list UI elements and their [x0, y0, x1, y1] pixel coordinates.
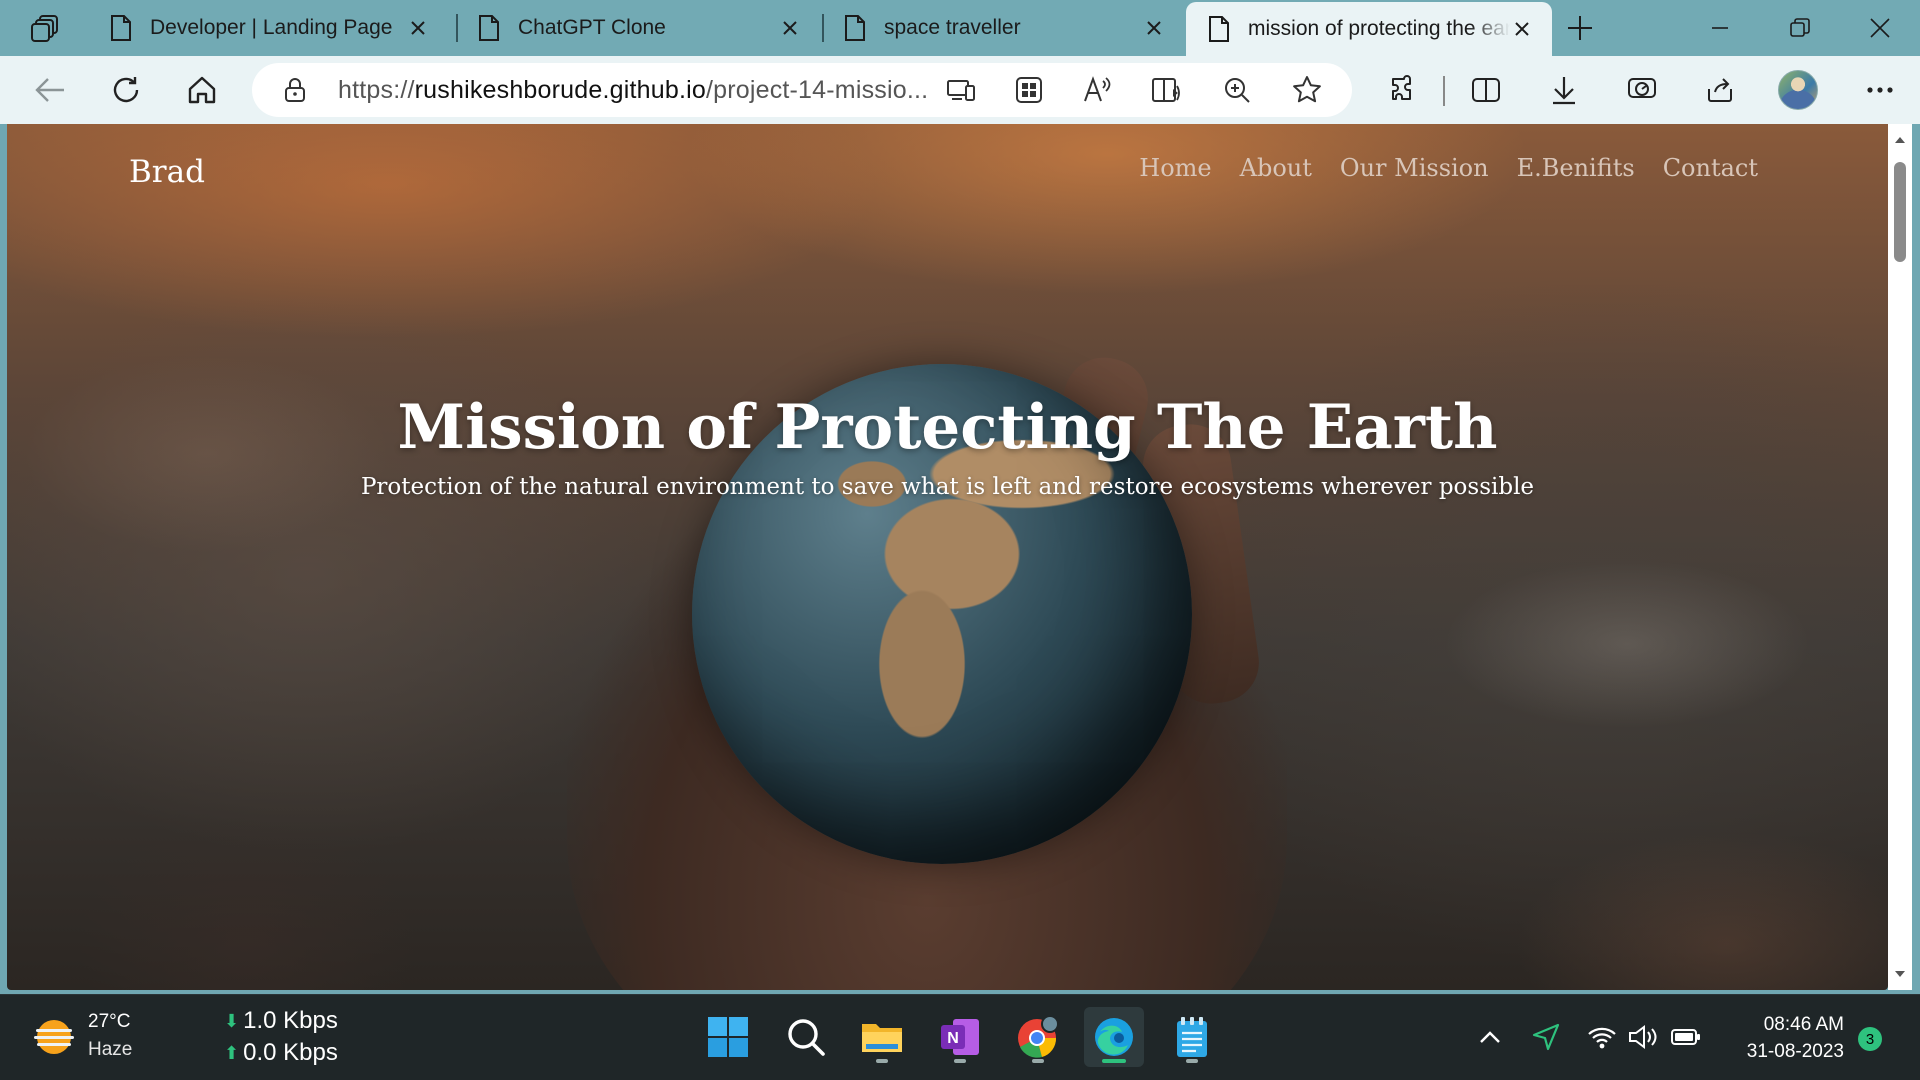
minimize-icon[interactable]	[1696, 10, 1744, 46]
file-explorer-icon	[862, 1024, 902, 1052]
nav-home[interactable]: Home	[1139, 154, 1211, 182]
notification-badge[interactable]: 3	[1858, 1027, 1882, 1051]
chrome-icon	[1018, 1015, 1059, 1058]
close-tab-icon[interactable]	[778, 16, 802, 40]
clock-date: 31-08-2023	[1746, 1041, 1844, 1062]
immersive-reader-icon[interactable]	[1148, 71, 1186, 109]
performance-icon[interactable]	[1622, 70, 1662, 110]
close-tab-icon[interactable]	[1142, 16, 1166, 40]
tab-chatgpt-clone[interactable]: ChatGPT Clone	[456, 0, 820, 56]
nav-about[interactable]: About	[1240, 154, 1312, 182]
location-icon[interactable]	[1530, 1021, 1562, 1053]
net-upload: ⬆ 0.0 Kbps	[224, 1039, 338, 1067]
tab-label: Developer | Landing Page	[150, 16, 393, 39]
refresh-icon[interactable]	[106, 70, 146, 110]
browser-toolbar: https://rushikeshborude.github.io/projec…	[0, 56, 1920, 124]
page-icon	[479, 15, 499, 41]
back-arrow-icon[interactable]	[30, 70, 70, 110]
nav-e-benifits[interactable]: E.Benifits	[1517, 154, 1635, 182]
edge-button[interactable]	[1084, 1007, 1144, 1067]
volume-icon[interactable]	[1628, 1021, 1660, 1053]
url-text[interactable]: https://rushikeshborude.github.io/projec…	[338, 76, 928, 105]
running-indicator	[876, 1059, 888, 1063]
show-hidden-icons-icon[interactable]	[1474, 1021, 1506, 1053]
tab-label: space traveller	[884, 16, 1021, 39]
running-indicator	[1102, 1059, 1126, 1063]
profile-avatar[interactable]	[1778, 70, 1818, 110]
restore-icon[interactable]	[1776, 10, 1824, 46]
close-tab-icon[interactable]	[1510, 17, 1534, 41]
file-explorer-button[interactable]	[852, 1007, 912, 1067]
svg-text:N: N	[947, 1030, 959, 1047]
running-indicator	[1186, 1059, 1198, 1063]
download-arrow-icon: ⬇	[224, 1010, 240, 1031]
site-logo[interactable]: Brad	[129, 154, 205, 190]
system-clock[interactable]: 08:46 AM 31-08-2023	[1724, 1011, 1844, 1065]
vertical-scrollbar[interactable]	[1888, 124, 1912, 990]
hero-subtitle: Protection of the natural environment to…	[360, 474, 1535, 500]
notepad-button[interactable]	[1162, 1007, 1222, 1067]
hero-title: Mission of Protecting The Earth	[397, 392, 1498, 463]
site-nav: Home About Our Mission E.Benifits Contac…	[1139, 154, 1758, 182]
split-screen-icon[interactable]	[1466, 70, 1506, 110]
net-upload-value: 0.0 Kbps	[243, 1039, 338, 1066]
extensions-icon[interactable]	[1384, 70, 1424, 110]
onenote-icon: N	[941, 1019, 979, 1055]
clock-time: 08:46 AM	[1763, 1014, 1844, 1035]
page-icon	[111, 15, 131, 41]
upload-arrow-icon: ⬆	[224, 1042, 240, 1063]
weather-haze-icon[interactable]	[32, 1017, 76, 1057]
scroll-down-icon[interactable]	[1894, 968, 1906, 980]
notepad-icon	[1177, 1017, 1207, 1057]
page-icon	[1209, 16, 1229, 42]
tab-mission-earth[interactable]: mission of protecting the earth	[1186, 2, 1552, 56]
favorite-star-icon[interactable]	[1288, 71, 1326, 109]
windows-start-icon	[708, 1017, 748, 1057]
running-indicator	[1032, 1059, 1044, 1063]
net-download: ⬇ 1.0 Kbps	[224, 1007, 338, 1035]
tab-bar: Developer | Landing Page ChatGPT Clone s…	[0, 0, 1920, 56]
tab-actions-icon[interactable]	[24, 12, 68, 44]
toolbar-separator	[1443, 76, 1445, 106]
share-icon[interactable]	[1700, 70, 1740, 110]
url-path: /project-14-missio...	[705, 76, 929, 104]
lock-icon[interactable]	[282, 77, 308, 103]
running-indicator	[954, 1059, 966, 1063]
apps-grid-icon[interactable]	[1010, 71, 1048, 109]
edge-icon	[1095, 1018, 1133, 1056]
zoom-icon[interactable]	[1218, 71, 1256, 109]
battery-icon[interactable]	[1670, 1021, 1702, 1053]
url-host: rushikeshborude.github.io	[414, 76, 706, 104]
tab-label: ChatGPT Clone	[518, 16, 666, 39]
tab-label: mission of protecting the earth	[1248, 17, 1510, 40]
weather-temp: 27°C	[88, 1011, 131, 1032]
scroll-up-icon[interactable]	[1894, 134, 1906, 146]
nav-contact[interactable]: Contact	[1663, 154, 1758, 182]
chrome-button[interactable]	[1008, 1007, 1068, 1067]
windows-taskbar: 27°C Haze ⬇ 1.0 Kbps ⬆ 0.0 Kbps N 08:46 AM…	[0, 994, 1920, 1080]
weather-condition: Haze	[88, 1039, 133, 1060]
read-aloud-icon[interactable]	[1078, 71, 1116, 109]
close-tab-icon[interactable]	[406, 16, 430, 40]
close-window-icon[interactable]	[1856, 10, 1904, 46]
onenote-button[interactable]: N	[930, 1007, 990, 1067]
page-icon	[845, 15, 865, 41]
scroll-thumb[interactable]	[1894, 162, 1906, 262]
more-options-icon[interactable]	[1860, 70, 1900, 110]
tab-space-traveller[interactable]: space traveller	[822, 0, 1184, 56]
url-scheme: https://	[338, 76, 415, 104]
tab-developer-landing[interactable]: Developer | Landing Page	[88, 0, 448, 56]
device-icon[interactable]	[942, 71, 980, 109]
nav-our-mission[interactable]: Our Mission	[1340, 154, 1489, 182]
downloads-icon[interactable]	[1544, 70, 1584, 110]
start-button[interactable]	[698, 1007, 758, 1067]
address-bar[interactable]: https://rushikeshborude.github.io/projec…	[252, 63, 1352, 117]
home-icon[interactable]	[182, 70, 222, 110]
new-tab-icon[interactable]	[1562, 12, 1598, 44]
search-button[interactable]	[776, 1007, 836, 1067]
net-download-value: 1.0 Kbps	[243, 1007, 338, 1034]
wifi-icon[interactable]	[1586, 1021, 1618, 1053]
page-viewport: Brad Home About Our Mission E.Benifits C…	[7, 124, 1888, 990]
search-icon	[788, 1019, 825, 1056]
